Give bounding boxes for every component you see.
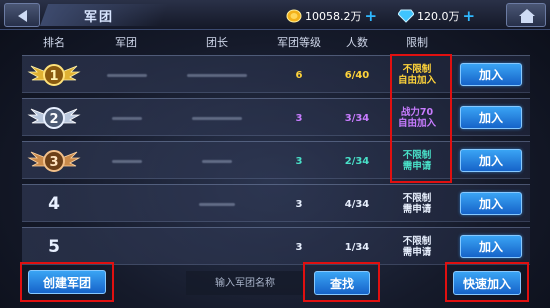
limit-line-1: 不限制 bbox=[402, 193, 432, 204]
back-button[interactable] bbox=[4, 3, 40, 27]
header-level: 军团等级 bbox=[277, 36, 321, 49]
legion-name-input[interactable] bbox=[186, 271, 304, 295]
svg-text:1: 1 bbox=[49, 69, 58, 84]
table-row: 3 3 2/34 不限制 需申请 加入 bbox=[22, 141, 530, 179]
home-button[interactable] bbox=[506, 3, 546, 27]
table-row: 5 3 1/34 不限制 需申请 加入 bbox=[22, 227, 530, 265]
legion-level: 3 bbox=[295, 198, 303, 210]
quick-join-highlight-box bbox=[445, 262, 529, 302]
create-highlight-box bbox=[20, 262, 114, 302]
page-title: 军团 bbox=[84, 10, 115, 25]
legion-level: 3 bbox=[295, 241, 303, 253]
join-button[interactable]: 加入 bbox=[460, 235, 522, 258]
member-count: 6/40 bbox=[344, 69, 370, 81]
limit-line-2: 需申请 bbox=[402, 247, 432, 258]
member-count: 3/34 bbox=[344, 112, 370, 124]
back-arrow-icon bbox=[18, 10, 27, 22]
leader-name bbox=[162, 185, 272, 223]
svg-text:3: 3 bbox=[49, 155, 58, 170]
gold-amount: 10058.2万 bbox=[305, 10, 362, 23]
legion-level: 3 bbox=[295, 112, 303, 124]
add-diamond-button[interactable]: + bbox=[463, 9, 476, 24]
rank-value: 4 bbox=[48, 194, 60, 214]
leader-name bbox=[162, 228, 272, 266]
table-row: 1 6 6/40 不限制 自由加入 加入 bbox=[22, 55, 530, 93]
rank-number: 5 bbox=[26, 228, 82, 266]
table-row: 2 3 3/34 战力70 自由加入 加入 bbox=[22, 98, 530, 136]
rank-badge: 1 bbox=[26, 56, 82, 94]
legion-name bbox=[92, 142, 162, 180]
member-count: 4/34 bbox=[344, 198, 370, 210]
table-header: 排名 军团 团长 军团等级 人数 限制 bbox=[22, 32, 532, 50]
gold-coin-icon bbox=[286, 9, 302, 23]
join-button[interactable]: 加入 bbox=[460, 63, 522, 86]
legion-level: 3 bbox=[295, 155, 303, 167]
limit-highlight-box bbox=[390, 54, 452, 183]
bronze-wing-badge-icon: 3 bbox=[27, 150, 81, 172]
leader-name bbox=[162, 56, 272, 94]
legion-name bbox=[92, 185, 162, 223]
header-limit: 限制 bbox=[406, 36, 428, 49]
header-leader: 团长 bbox=[206, 36, 228, 49]
home-icon bbox=[519, 9, 535, 23]
join-button[interactable]: 加入 bbox=[460, 192, 522, 215]
join-limit: 不限制 需申请 bbox=[392, 185, 442, 223]
diamond-resource: 120.0万 + bbox=[398, 7, 475, 25]
member-count: 1/34 bbox=[344, 241, 370, 253]
header-legion: 军团 bbox=[115, 36, 137, 49]
gold-wing-badge-icon: 1 bbox=[27, 64, 81, 86]
add-gold-button[interactable]: + bbox=[365, 9, 378, 24]
legion-level: 6 bbox=[295, 69, 303, 81]
limit-line-1: 不限制 bbox=[402, 236, 432, 247]
legion-name bbox=[92, 56, 162, 94]
join-button[interactable]: 加入 bbox=[460, 149, 522, 172]
header-count: 人数 bbox=[346, 36, 368, 49]
join-limit: 不限制 需申请 bbox=[392, 228, 442, 266]
rank-badge: 2 bbox=[26, 99, 82, 137]
diamond-amount: 120.0万 bbox=[417, 10, 460, 23]
limit-line-2: 需申请 bbox=[402, 204, 432, 215]
svg-text:2: 2 bbox=[49, 112, 58, 127]
leader-name bbox=[162, 142, 272, 180]
table-row: 4 3 4/34 不限制 需申请 加入 bbox=[22, 184, 530, 222]
legion-name bbox=[92, 228, 162, 266]
header-rank: 排名 bbox=[43, 36, 65, 49]
legion-name bbox=[92, 99, 162, 137]
diamond-icon bbox=[398, 9, 414, 23]
leader-name bbox=[162, 99, 272, 137]
search-highlight-box bbox=[303, 262, 380, 302]
rank-number: 4 bbox=[26, 185, 82, 223]
silver-wing-badge-icon: 2 bbox=[27, 107, 81, 129]
join-button[interactable]: 加入 bbox=[460, 106, 522, 129]
member-count: 2/34 bbox=[344, 155, 370, 167]
rank-value: 5 bbox=[48, 237, 60, 257]
top-bar: 军团 10058.2万 + 120.0万 + bbox=[0, 0, 550, 30]
gold-resource: 10058.2万 + bbox=[286, 7, 377, 25]
rank-badge: 3 bbox=[26, 142, 82, 180]
